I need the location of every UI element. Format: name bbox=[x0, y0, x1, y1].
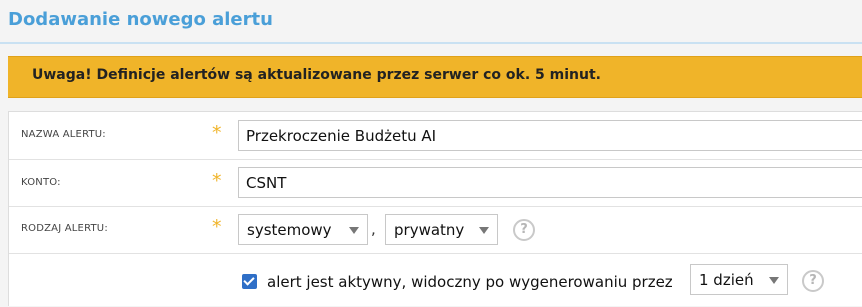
help-icon[interactable]: ? bbox=[513, 219, 535, 241]
account-row: KONTO: * CSNT bbox=[9, 159, 862, 207]
chevron-down-icon bbox=[479, 227, 489, 234]
alert-name-input[interactable]: Przekroczenie Budżetu AI bbox=[238, 120, 862, 151]
duration-select-value: 1 dzień bbox=[699, 271, 754, 289]
visibility-select[interactable]: prywatny bbox=[385, 214, 498, 245]
alert-type-label: RODZAJ ALERTU: bbox=[21, 223, 108, 234]
active-checkbox-label: alert jest aktywny, widoczny po wygenero… bbox=[267, 273, 673, 291]
alert-type-row: RODZAJ ALERTU: * systemowy , prywatny ? bbox=[9, 206, 862, 254]
account-value: CSNT bbox=[246, 174, 287, 192]
required-star-icon: * bbox=[212, 122, 222, 144]
required-star-icon: * bbox=[212, 170, 222, 192]
alert-name-value: Przekroczenie Budżetu AI bbox=[246, 127, 437, 145]
required-star-icon: * bbox=[212, 216, 222, 238]
alert-type-select[interactable]: systemowy bbox=[238, 214, 368, 245]
help-icon[interactable]: ? bbox=[802, 270, 824, 292]
alert-type-select-value: systemowy bbox=[247, 221, 332, 239]
title-divider bbox=[0, 42, 862, 44]
chevron-down-icon bbox=[349, 227, 359, 234]
account-input[interactable]: CSNT bbox=[238, 167, 862, 198]
active-checkbox[interactable] bbox=[242, 274, 257, 289]
warning-text: Uwaga! Definicje alertów są aktualizowan… bbox=[32, 67, 601, 83]
alert-name-label: NAZWA ALERTU: bbox=[21, 129, 106, 140]
alert-name-row: NAZWA ALERTU: * Przekroczenie Budżetu AI bbox=[9, 112, 862, 160]
account-label: KONTO: bbox=[21, 177, 61, 188]
page-title: Dodawanie nowego alertu bbox=[8, 9, 273, 30]
warning-banner: Uwaga! Definicje alertów są aktualizowan… bbox=[8, 56, 862, 98]
select-separator: , bbox=[371, 220, 376, 238]
visibility-select-value: prywatny bbox=[394, 221, 465, 239]
alert-form: NAZWA ALERTU: * Przekroczenie Budżetu AI… bbox=[8, 111, 862, 306]
duration-select[interactable]: 1 dzień bbox=[690, 264, 788, 295]
chevron-down-icon bbox=[769, 277, 779, 284]
